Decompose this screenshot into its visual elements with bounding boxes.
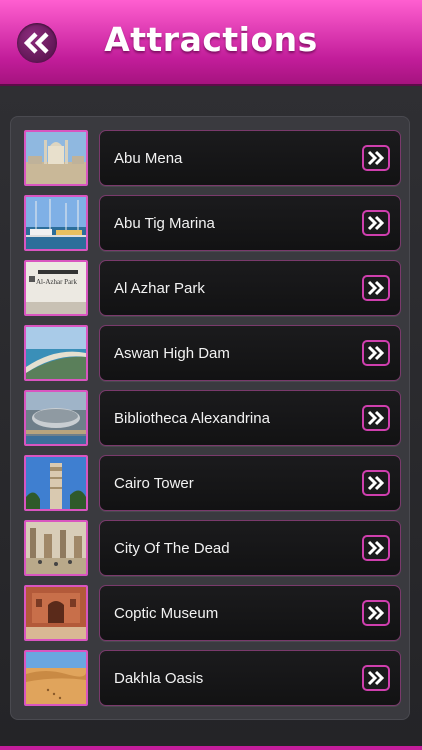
list-item[interactable]: Bibliotheca Alexandrina [11,390,411,446]
double-chevron-right-icon [367,280,385,296]
attraction-button[interactable]: Aswan High Dam [99,325,401,381]
attraction-thumbnail[interactable] [24,455,88,511]
open-detail-button[interactable] [362,275,390,301]
attraction-name: Abu Tig Marina [114,215,215,232]
attraction-thumbnail[interactable] [24,195,88,251]
double-chevron-right-icon [367,215,385,231]
attraction-button[interactable]: Dakhla Oasis [99,650,401,706]
attraction-button[interactable]: Bibliotheca Alexandrina [99,390,401,446]
double-chevron-right-icon [367,540,385,556]
attraction-name: Abu Mena [114,150,183,167]
attraction-thumbnail[interactable]: Al-Azhar Park [24,260,88,316]
attraction-button[interactable]: Cairo Tower [99,455,401,511]
attraction-thumbnail[interactable] [24,585,88,641]
open-detail-button[interactable] [362,145,390,171]
main-content: Abu Mena Abu Tig Marina Al-Azhar Park Al… [0,86,422,746]
open-detail-button[interactable] [362,340,390,366]
attraction-thumbnail[interactable] [24,325,88,381]
attraction-name: Al Azhar Park [114,280,205,297]
page-title: Attractions [104,20,318,59]
open-detail-button[interactable] [362,600,390,626]
attraction-button[interactable]: City Of The Dead [99,520,401,576]
attraction-name: Dakhla Oasis [114,670,204,687]
list-item[interactable]: Coptic Museum [11,585,411,641]
attraction-thumbnail[interactable] [24,650,88,706]
list-item[interactable]: Aswan High Dam [11,325,411,381]
attraction-name: Bibliotheca Alexandrina [114,410,270,427]
thumbnail-caption: Al-Azhar Park [36,278,78,286]
open-detail-button[interactable] [362,535,390,561]
list-item[interactable]: Cairo Tower [11,455,411,511]
double-chevron-right-icon [367,150,385,166]
attraction-thumbnail[interactable] [24,390,88,446]
open-detail-button[interactable] [362,665,390,691]
bottom-accent-bar [0,746,422,750]
double-chevron-right-icon [367,670,385,686]
attraction-name: Cairo Tower [114,475,194,492]
double-chevron-right-icon [367,475,385,491]
header-bar: Attractions [0,0,422,86]
attraction-name: Coptic Museum [114,605,219,622]
attraction-name: Aswan High Dam [114,345,230,362]
double-chevron-right-icon [367,410,385,426]
open-detail-button[interactable] [362,470,390,496]
open-detail-button[interactable] [362,210,390,236]
attraction-thumbnail[interactable] [24,130,88,186]
attractions-list: Abu Mena Abu Tig Marina Al-Azhar Park Al… [10,116,410,720]
list-item[interactable]: Abu Mena [11,130,411,186]
attraction-button[interactable]: Abu Tig Marina [99,195,401,251]
double-chevron-right-icon [367,345,385,361]
open-detail-button[interactable] [362,405,390,431]
attraction-button[interactable]: Coptic Museum [99,585,401,641]
list-item[interactable]: Dakhla Oasis [11,650,411,706]
attraction-thumbnail[interactable] [24,520,88,576]
attraction-button[interactable]: Al Azhar Park [99,260,401,316]
double-chevron-right-icon [367,605,385,621]
list-item[interactable]: Abu Tig Marina [11,195,411,251]
list-item[interactable]: City Of The Dead [11,520,411,576]
list-item[interactable]: Al-Azhar Park Al Azhar Park [11,260,411,316]
attraction-name: City Of The Dead [114,540,230,557]
attraction-button[interactable]: Abu Mena [99,130,401,186]
